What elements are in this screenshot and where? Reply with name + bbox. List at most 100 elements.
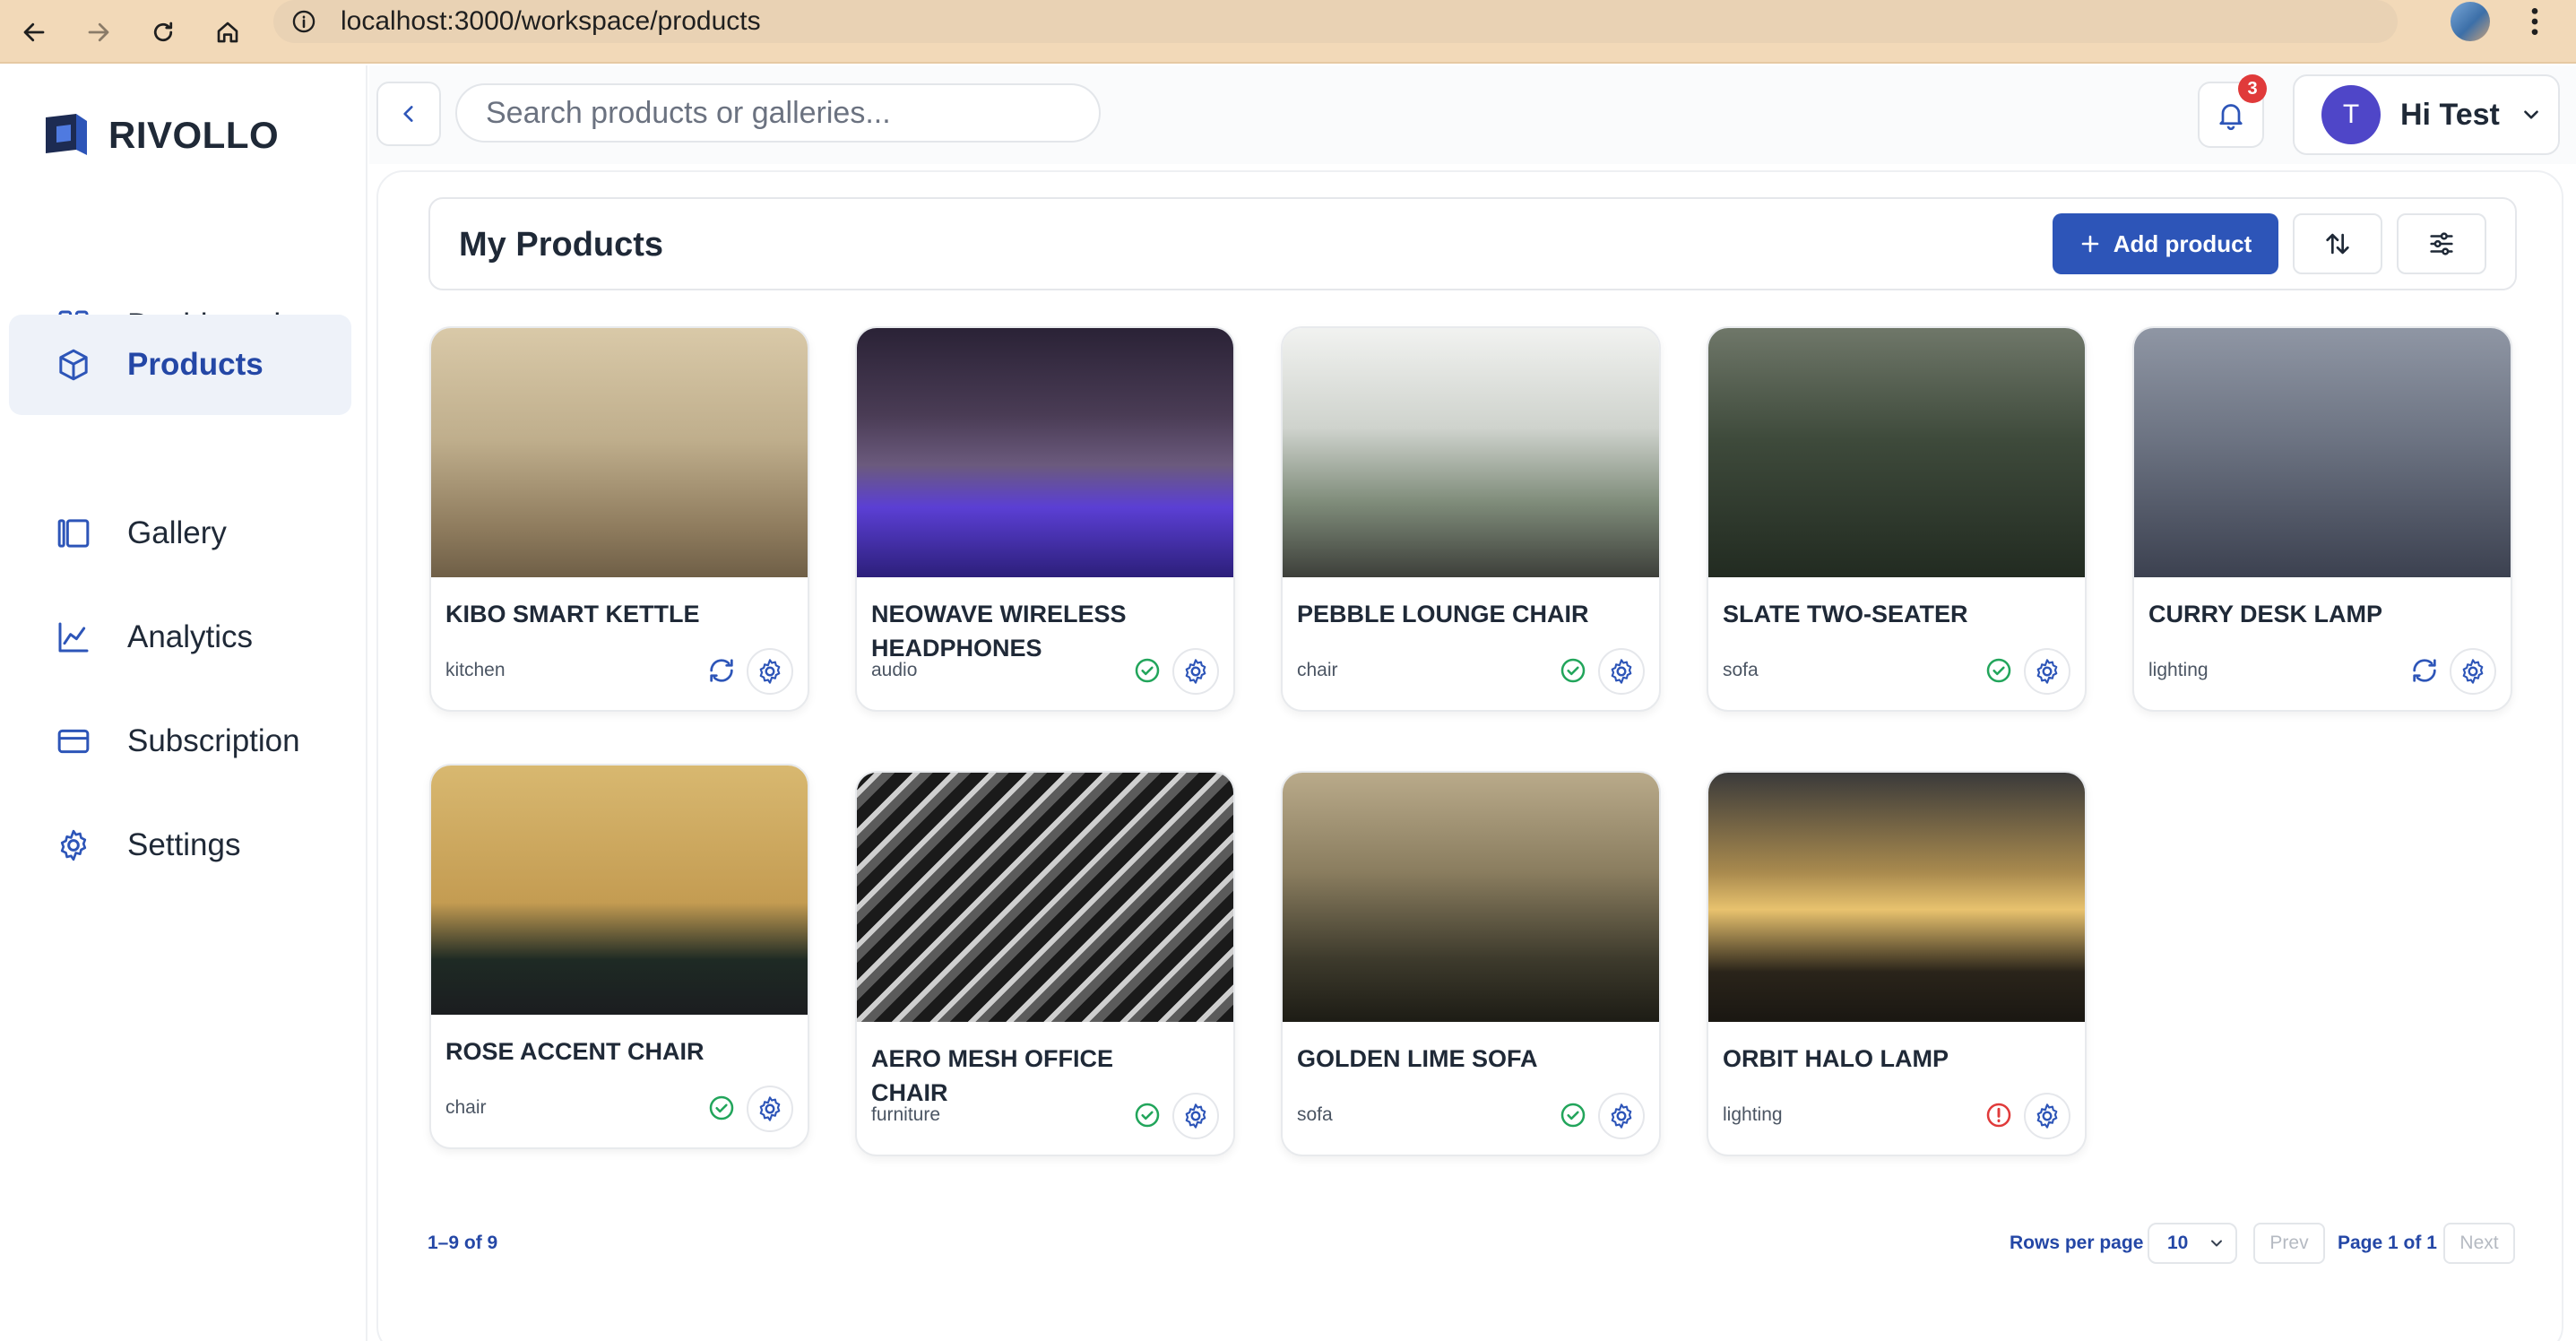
- avatar: T: [2321, 85, 2381, 144]
- product-card[interactable]: SLATE TWO-SEATER sofa: [1707, 326, 2087, 712]
- sidebar-item-analytics[interactable]: Analytics: [9, 587, 351, 688]
- product-card[interactable]: KIBO SMART KETTLE kitchen: [429, 326, 809, 712]
- product-name: GOLDEN LIME SOFA: [1297, 1045, 1538, 1072]
- chevron-down-icon: [2211, 1240, 2223, 1247]
- product-card[interactable]: CURRY DESK LAMP lighting: [2132, 326, 2512, 712]
- product-category: lighting: [1723, 1104, 1783, 1125]
- product-name: KIBO SMART KETTLE: [445, 601, 700, 627]
- product-image[interactable]: [1283, 328, 1659, 577]
- sort-button[interactable]: [2293, 213, 2382, 274]
- sidebar-item-label: Products: [127, 347, 264, 382]
- brand-logo[interactable]: RIVOLLO: [40, 110, 279, 160]
- reload-icon[interactable]: [136, 5, 190, 59]
- sidebar: RIVOLLO Dashboard Products Gallery Analy…: [0, 65, 367, 1341]
- product-settings-button[interactable]: [1172, 648, 1219, 695]
- product-settings-button[interactable]: [747, 648, 793, 695]
- product-card[interactable]: AERO MESH OFFICE CHAIR furniture: [855, 771, 1235, 1156]
- product-settings-button[interactable]: [1598, 1093, 1645, 1139]
- sync-icon: [705, 654, 738, 687]
- user-greeting: Hi Test: [2400, 97, 2500, 132]
- sidebar-item-gallery[interactable]: Gallery: [9, 483, 351, 584]
- rows-per-page-value: 10: [2167, 1233, 2189, 1253]
- gear-icon: [1607, 657, 1636, 686]
- sliders-icon: [2430, 232, 2453, 255]
- alert-circle-icon: [1983, 1099, 2015, 1131]
- gear-icon: [756, 657, 784, 686]
- check-circle-icon: [1983, 654, 2015, 687]
- product-image[interactable]: [2134, 328, 2511, 577]
- product-name: PEBBLE LOUNGE CHAIR: [1297, 601, 1589, 627]
- product-settings-button[interactable]: [2024, 648, 2070, 695]
- logo-cube-icon: [46, 114, 87, 155]
- chevron-left-icon: [403, 106, 413, 122]
- product-image[interactable]: [1283, 773, 1659, 1022]
- top-header: 3 T Hi Test: [369, 65, 2576, 164]
- gear-icon: [60, 829, 87, 861]
- product-settings-button[interactable]: [2450, 648, 2496, 695]
- address-bar[interactable]: localhost:3000/workspace/products: [273, 0, 2398, 43]
- product-category: sofa: [1297, 1104, 1333, 1125]
- sidebar-item-products[interactable]: Products: [9, 315, 351, 415]
- gear-icon: [2033, 657, 2062, 686]
- page-indicator: Page 1 of 1: [2338, 1233, 2437, 1253]
- product-card[interactable]: ROSE ACCENT CHAIR chair: [429, 764, 809, 1149]
- product-category: furniture: [871, 1104, 941, 1125]
- product-category: sofa: [1723, 660, 1759, 680]
- check-circle-icon: [705, 1092, 738, 1124]
- product-settings-button[interactable]: [1598, 648, 1645, 695]
- rows-per-page-select[interactable]: 10: [2148, 1223, 2237, 1264]
- product-image[interactable]: [857, 328, 1233, 577]
- product-category: audio: [871, 660, 918, 680]
- home-icon[interactable]: [201, 5, 255, 59]
- gear-icon: [1181, 1102, 1210, 1130]
- add-product-button[interactable]: Add product: [2053, 213, 2278, 274]
- rows-per-page-label: Rows per page: [2010, 1233, 2144, 1253]
- product-settings-button[interactable]: [1172, 1093, 1219, 1139]
- product-image[interactable]: [1708, 328, 2085, 577]
- sidebar-item-label: Gallery: [127, 515, 227, 550]
- page-title: My Products: [459, 226, 664, 264]
- check-circle-icon: [1131, 654, 1163, 687]
- product-card[interactable]: NEOWAVE WIRELESS HEADPHONES audio: [855, 326, 1235, 712]
- sidebar-item-label: Settings: [127, 827, 241, 862]
- product-category: chair: [445, 1097, 487, 1118]
- check-circle-icon: [1131, 1099, 1163, 1131]
- product-card[interactable]: ORBIT HALO LAMP lighting: [1707, 771, 2087, 1156]
- user-menu-button[interactable]: T Hi Test: [2293, 74, 2560, 155]
- product-card[interactable]: PEBBLE LOUNGE CHAIR chair: [1281, 326, 1661, 712]
- product-name: SLATE TWO-SEATER: [1723, 601, 1968, 627]
- filter-button[interactable]: [2397, 213, 2486, 274]
- product-name: NEOWAVE WIRELESS HEADPHONES: [871, 601, 1127, 662]
- bell-icon: [2219, 104, 2243, 131]
- products-toolbar: My Products Add product: [428, 197, 2517, 290]
- url-text[interactable]: localhost:3000/workspace/products: [341, 6, 761, 37]
- menu-kebab-icon[interactable]: [2526, 4, 2544, 44]
- browser-toolbar: localhost:3000/workspace/products: [0, 0, 2576, 64]
- gear-icon: [2459, 657, 2487, 686]
- product-name: ROSE ACCENT CHAIR: [445, 1038, 705, 1065]
- product-image[interactable]: [431, 766, 808, 1015]
- product-settings-button[interactable]: [2024, 1093, 2070, 1139]
- search-input[interactable]: [455, 83, 1101, 143]
- gear-icon: [1181, 657, 1210, 686]
- profile-icon[interactable]: [2451, 2, 2490, 41]
- gear-icon: [756, 1094, 784, 1123]
- product-settings-button[interactable]: [747, 1086, 793, 1132]
- result-count: 1–9 of 9: [428, 1233, 498, 1253]
- sidebar-item-subscription[interactable]: Subscription: [9, 691, 351, 792]
- next-page-button[interactable]: Next: [2443, 1223, 2515, 1264]
- forward-arrow-icon[interactable]: [72, 5, 125, 59]
- product-image[interactable]: [857, 773, 1233, 1022]
- product-image[interactable]: [1708, 773, 2085, 1022]
- sidebar-item-label: Subscription: [127, 723, 300, 758]
- prev-page-button[interactable]: Prev: [2253, 1223, 2325, 1264]
- back-arrow-icon[interactable]: [7, 5, 61, 59]
- sidebar-item-settings[interactable]: Settings: [9, 795, 351, 895]
- info-icon[interactable]: [291, 9, 316, 39]
- credit-card-icon: [57, 729, 90, 754]
- product-name: ORBIT HALO LAMP: [1723, 1045, 1949, 1072]
- collapse-sidebar-button[interactable]: [376, 82, 441, 146]
- product-category: kitchen: [445, 660, 506, 680]
- product-card[interactable]: GOLDEN LIME SOFA sofa: [1281, 771, 1661, 1156]
- product-image[interactable]: [431, 328, 808, 577]
